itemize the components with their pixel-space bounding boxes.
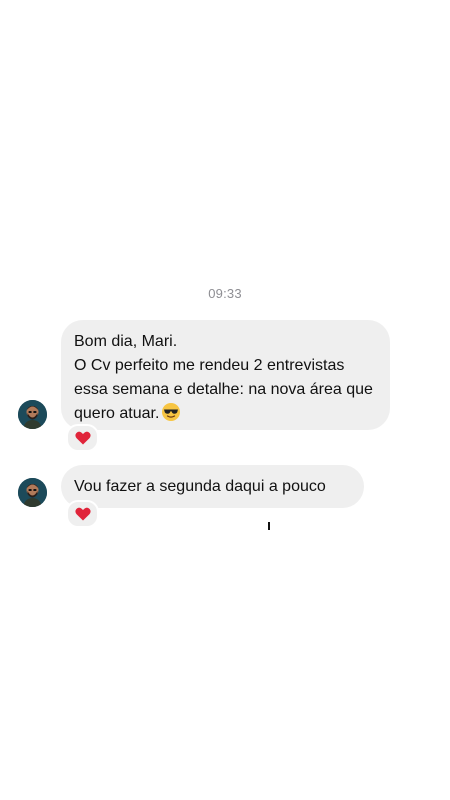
message-text: Vou fazer a segunda daqui a pouco: [74, 478, 326, 495]
message-bubble[interactable]: Vou fazer a segunda daqui a pouco: [61, 465, 364, 508]
message-body-text: O Cv perfeito me rendeu 2 entrevistas es…: [74, 357, 373, 422]
message-greeting: Bom dia, Mari.: [74, 333, 178, 350]
text-cursor: [268, 522, 270, 530]
avatar-photo: [18, 400, 47, 429]
sunglasses-emoji-icon: [161, 402, 181, 430]
heart-reaction[interactable]: [66, 500, 99, 528]
heart-icon: [74, 507, 91, 521]
heart-reaction[interactable]: [66, 424, 99, 452]
avatar[interactable]: [18, 478, 47, 507]
avatar[interactable]: [18, 400, 47, 429]
message-bubble[interactable]: Bom dia, Mari. O Cv perfeito me rendeu 2…: [61, 320, 390, 430]
message-body: O Cv perfeito me rendeu 2 entrevistas es…: [74, 354, 377, 430]
message-timestamp: 09:33: [208, 286, 242, 301]
avatar-photo: [18, 478, 47, 507]
heart-icon: [74, 431, 91, 445]
